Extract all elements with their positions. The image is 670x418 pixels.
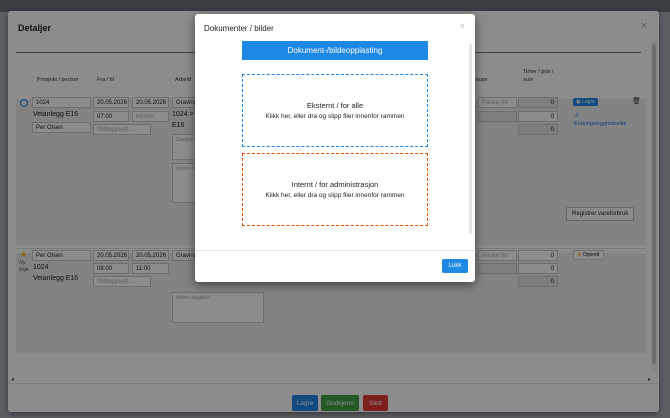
history-icon[interactable]: ↺ bbox=[574, 113, 579, 119]
documents-title: Dokumenter / bilder bbox=[204, 24, 274, 33]
header-work: Arbeid bbox=[175, 77, 191, 83]
hours-value-new[interactable]: 0 bbox=[518, 250, 558, 261]
upload-button[interactable]: Dokument-/bildeopplasting bbox=[242, 41, 428, 60]
time-from-input-new[interactable]: 08:00 bbox=[93, 263, 129, 274]
scroll-left-icon[interactable]: ◂ bbox=[11, 376, 14, 383]
date-from-input-new[interactable]: 20.05.2026 bbox=[93, 250, 129, 261]
pause-input-2[interactable] bbox=[478, 111, 517, 122]
star-icon[interactable]: ★ bbox=[20, 250, 27, 259]
close-button[interactable]: Lukk bbox=[442, 259, 468, 273]
pause-input[interactable]: Pause (m bbox=[478, 97, 517, 108]
date-from-input[interactable]: 20.05.2026 bbox=[93, 97, 129, 108]
person-input-new[interactable]: Per Olsen bbox=[32, 250, 91, 261]
create-button[interactable]: ★ Opprett bbox=[573, 250, 604, 260]
work-line-2: 1024 > bbox=[172, 111, 194, 118]
time-to-input-new[interactable]: 11:00 bbox=[132, 263, 169, 274]
details-close-icon[interactable]: × bbox=[641, 20, 647, 32]
register-consumption-button[interactable]: Registrer vareforbruk bbox=[566, 207, 635, 221]
internal-dropzone-hint: Klikk her, eller dra og slipp filer inne… bbox=[265, 192, 405, 199]
date-to-input-new[interactable]: 20.05.2026 bbox=[132, 250, 169, 261]
shift-input-new[interactable]: Skiftoppsett... bbox=[93, 276, 151, 287]
approve-button[interactable]: Godkjenn bbox=[321, 395, 359, 411]
time-to-input[interactable]: hh:mm bbox=[132, 111, 169, 122]
documents-footer-divider bbox=[195, 250, 475, 251]
header-project: Prosjekt / person bbox=[37, 77, 79, 83]
pause-input-new-2[interactable] bbox=[478, 263, 517, 274]
clock-icon[interactable] bbox=[20, 99, 28, 107]
person-input[interactable]: Per Olsen bbox=[32, 122, 91, 133]
sum-value: 0 bbox=[518, 124, 558, 135]
project-name: Veianlegg E16 bbox=[33, 111, 79, 118]
trash-icon[interactable]: 🗑 bbox=[632, 97, 641, 105]
row-save-button[interactable]: ▣ Lagre bbox=[573, 98, 598, 106]
footer-divider bbox=[8, 383, 659, 384]
scrollbar-thumb[interactable] bbox=[652, 44, 656, 364]
time-from-input[interactable]: 07:00 bbox=[93, 111, 129, 122]
external-dropzone-hint: Klikk her, eller dra og slipp filer inne… bbox=[265, 113, 405, 120]
external-dropzone-title: Eksternt / for alle bbox=[306, 101, 364, 110]
external-dropzone[interactable]: Eksternt / for alle Klikk her, eller dra… bbox=[242, 74, 428, 147]
documents-modal: Dokumenter / bilder × Dokument-/bildeopp… bbox=[195, 14, 475, 282]
internal-dropzone-title: Internt / for administrasjon bbox=[291, 180, 379, 189]
price-value-new[interactable]: 0 bbox=[518, 263, 558, 274]
project-name-new: Veianlegg E16 bbox=[33, 275, 79, 282]
work-line-3: E16 bbox=[172, 122, 185, 129]
date-to-input[interactable]: 20.05.2026 bbox=[132, 97, 169, 108]
new-line-label-2: linje bbox=[19, 267, 29, 273]
pause-input-new[interactable]: Pause (m bbox=[478, 250, 517, 261]
history-link[interactable]: Endringslogghistorikk bbox=[574, 121, 626, 127]
project-code-new: 1024 bbox=[33, 264, 49, 271]
shift-input[interactable]: Skiftoppsett... bbox=[93, 124, 151, 135]
header-sum: sum bbox=[523, 77, 534, 83]
documents-scrollbar[interactable] bbox=[469, 44, 472, 234]
new-line-label: Ny bbox=[19, 260, 26, 266]
price-value[interactable]: 0 bbox=[518, 111, 558, 122]
delete-button[interactable]: Slett bbox=[363, 395, 388, 411]
intern-diary-textarea-new[interactable]: Intern-dagbok bbox=[172, 292, 264, 323]
project-code-input[interactable]: 1024 bbox=[32, 97, 91, 108]
scroll-right-icon[interactable]: ▸ bbox=[648, 376, 651, 383]
header-from-to: Fra / til bbox=[97, 77, 114, 83]
internal-dropzone[interactable]: Internt / for administrasjon Klikk her, … bbox=[242, 153, 428, 226]
sum-value-new: 0 bbox=[518, 276, 558, 287]
hours-value[interactable]: 0 bbox=[518, 97, 558, 108]
save-button[interactable]: Lagre bbox=[292, 395, 318, 411]
details-title: Detaljer bbox=[18, 23, 52, 33]
header-hours: Timer / pris / bbox=[523, 69, 554, 75]
documents-close-icon[interactable]: × bbox=[460, 21, 465, 31]
